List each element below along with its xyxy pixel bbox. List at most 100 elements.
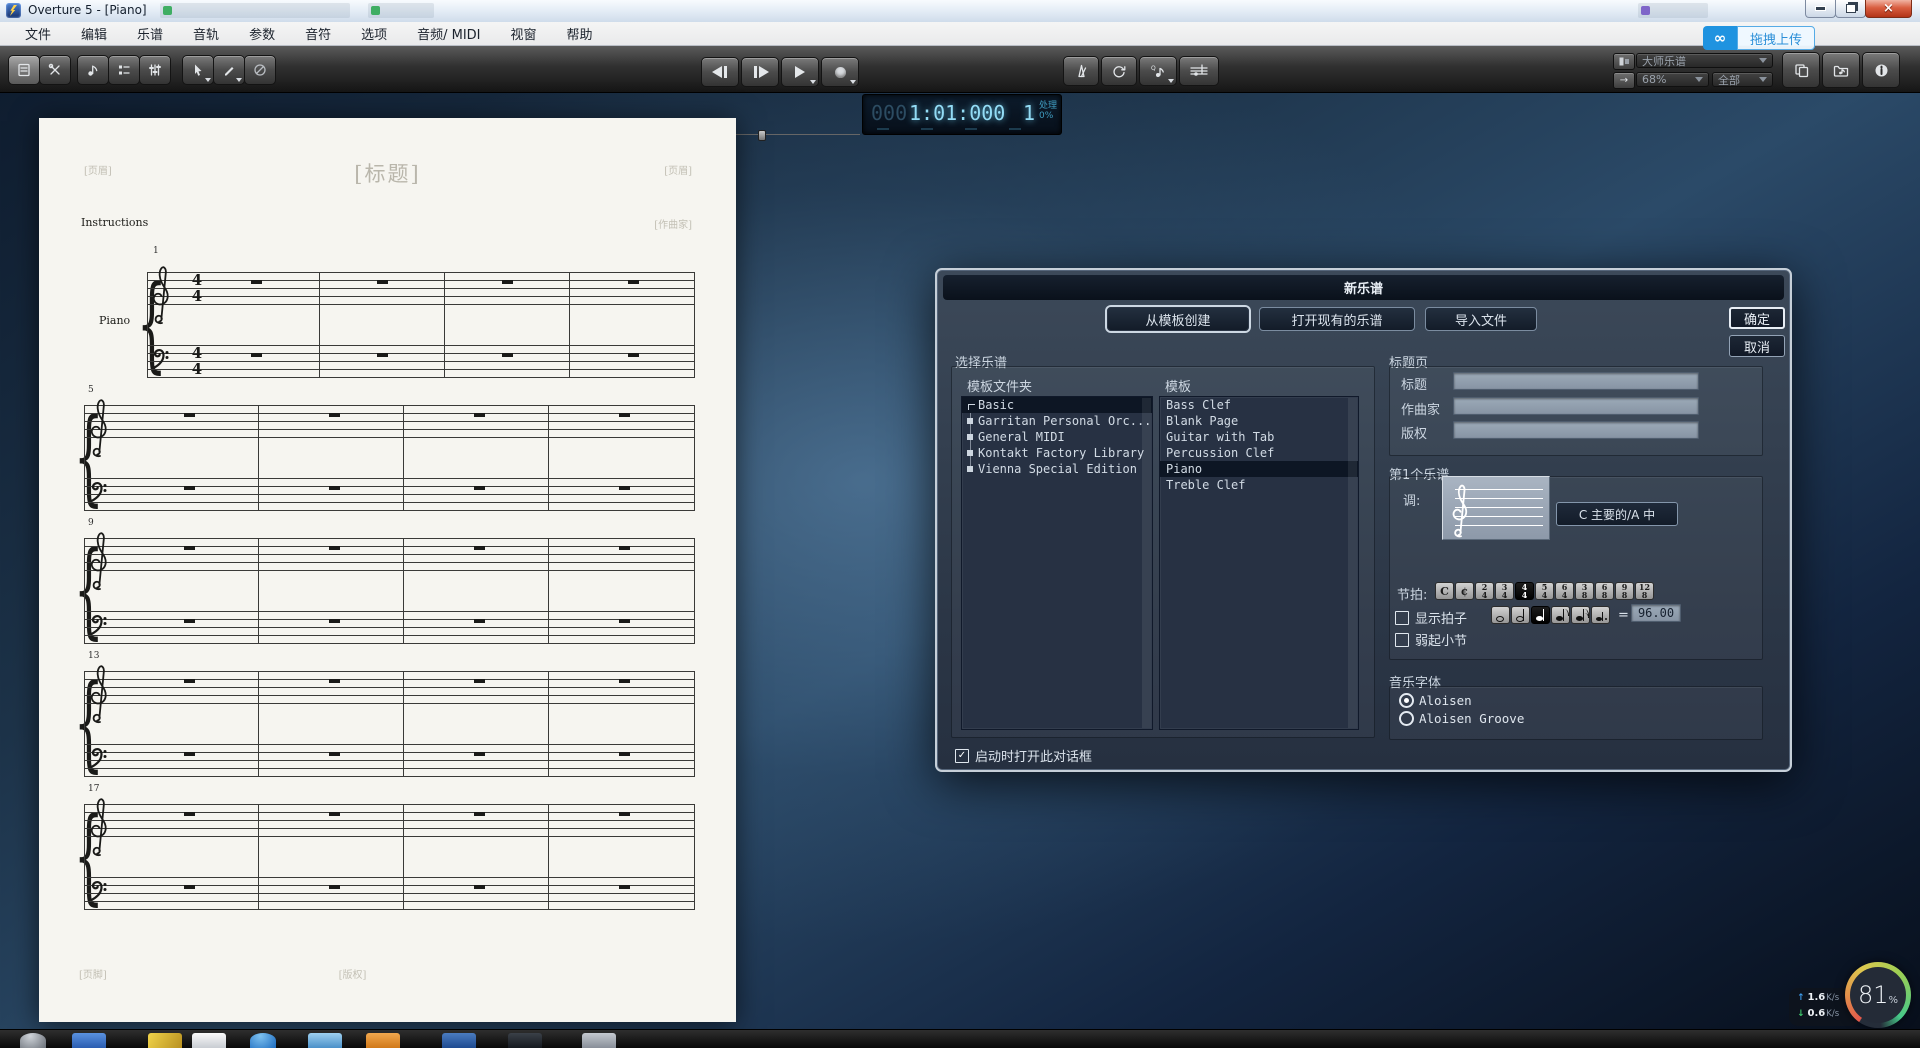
bass-staff[interactable] [84,744,695,777]
timesig-3-8-button[interactable]: 38 [1575,582,1594,600]
bass-staff[interactable] [147,345,695,378]
step-forward-button[interactable] [741,57,779,87]
timesig-2-4-button[interactable]: 24 [1475,582,1494,600]
taskbar-icon[interactable] [72,1033,106,1048]
filter-dropdown[interactable]: 全部 [1712,72,1773,87]
timesig-6-4-button[interactable]: 64 [1555,582,1574,600]
composer-placeholder[interactable]: [作曲家] [654,216,692,231]
menu-track[interactable]: 音轨 [178,24,234,43]
play-button[interactable] [781,57,819,87]
taskbar-icon[interactable] [250,1033,276,1048]
taskbar-icon[interactable] [308,1033,342,1048]
copyright-field[interactable] [1453,421,1699,439]
show-beat-checkbox[interactable]: 显示拍子 [1395,608,1467,627]
list-item[interactable]: Treble Clef [1160,477,1358,493]
staff-system[interactable]: 13 [39,651,736,791]
metronome-button[interactable] [1063,56,1099,86]
timesig-common-button[interactable]: C [1435,582,1454,600]
rewind-button[interactable] [701,57,739,87]
list-item[interactable]: Vienna Special Edition [962,461,1152,477]
list-item[interactable]: Bass Clef [1160,397,1358,413]
taskbar-icon[interactable] [192,1033,226,1048]
key-select-button[interactable]: C 主要的/A 中 [1556,502,1678,526]
radio-aloisen-groove[interactable]: Aloisen Groove [1399,711,1524,726]
tab-create-from-template[interactable]: 从模板创建 [1107,307,1249,331]
score-library-button[interactable] [1822,52,1860,88]
staff-settings-button[interactable] [1179,56,1219,86]
restore-button[interactable] [1835,0,1866,18]
timesig-3-4-button[interactable]: 34 [1495,582,1514,600]
note-dotted-button[interactable] [1591,606,1610,624]
score-view-toggle-button[interactable] [1613,53,1635,70]
taskbar-icon[interactable] [148,1033,182,1048]
list-item[interactable]: General MIDI [962,429,1152,445]
menu-params[interactable]: 参数 [234,24,290,43]
battery-gauge[interactable]: 81 % [1845,962,1911,1028]
radio-aloisen[interactable]: Aloisen [1399,693,1472,708]
copyright-placeholder[interactable]: [版权] [39,966,666,981]
list-item[interactable]: Percussion Clef [1160,445,1358,461]
info-button[interactable] [1862,52,1900,88]
menu-window[interactable]: 视窗 [496,24,552,43]
title-placeholder[interactable]: [标题] [39,158,736,188]
menu-help[interactable]: 帮助 [552,24,608,43]
menu-file[interactable]: 文件 [10,24,66,43]
staff-system[interactable]: 17 [39,784,736,924]
note-eighth-button[interactable] [1551,606,1570,624]
tab-import-file[interactable]: 导入文件 [1425,307,1537,331]
quantize-button[interactable]: Q [1139,56,1177,86]
note-quarter-button[interactable] [1531,606,1550,624]
list-item[interactable]: Piano [1160,461,1358,477]
note-sixteenth-button[interactable] [1571,606,1590,624]
ok-button[interactable]: 确定 [1729,307,1785,329]
open-at-startup-checkbox[interactable]: 启动时打开此对话框 [955,746,1092,765]
tab-open-existing[interactable]: 打开现有的乐谱 [1259,307,1415,331]
composer-field[interactable] [1453,397,1699,415]
cancel-button[interactable]: 取消 [1729,335,1785,357]
menu-score[interactable]: 乐谱 [122,24,178,43]
list-item[interactable]: Kontakt Factory Library [962,445,1152,461]
menu-options[interactable]: 选项 [346,24,402,43]
timesig-4-4-button[interactable]: 44 [1515,582,1534,600]
list-item[interactable]: Basic [962,397,1152,413]
dialog-title[interactable]: 新乐谱 [943,275,1784,300]
taskbar-icon[interactable] [582,1033,616,1048]
cloud-upload-widget[interactable]: 拖拽上传 [1703,26,1815,50]
timesig-cut-button[interactable]: ¢ [1455,582,1474,600]
timesig-5-4-button[interactable]: 54 [1535,582,1554,600]
taskbar-icon[interactable] [508,1033,542,1048]
menu-notes[interactable]: 音符 [290,24,346,43]
list-item[interactable]: Blank Page [1160,413,1358,429]
score-page[interactable]: [页眉] [页眉] [标题] Instructions [作曲家] Piano … [39,118,736,1022]
staff-system[interactable]: 1 44 44 [39,246,736,386]
note-whole-button[interactable] [1491,606,1510,624]
copy-parts-button[interactable] [1782,52,1820,88]
score-selector-dropdown[interactable]: 大师乐谱 [1636,53,1773,68]
treble-staff[interactable] [84,538,695,571]
select-arrow-button[interactable] [182,55,214,85]
tree-node-icon[interactable] [967,434,973,440]
pickup-measure-checkbox[interactable]: 弱起小节 [1395,630,1467,649]
timesig-6-8-button[interactable]: 68 [1595,582,1614,600]
zoom-dropdown[interactable]: 68% [1636,72,1709,87]
tools-button[interactable] [39,55,71,85]
tree-node-icon[interactable] [967,466,973,472]
taskbar-icon[interactable] [442,1033,476,1048]
tree-node-icon[interactable] [967,418,973,424]
record-button[interactable] [821,57,859,87]
eraser-button[interactable] [244,55,276,85]
template-list[interactable]: Bass Clef Blank Page Guitar with Tab Per… [1159,396,1359,730]
staff-system[interactable]: 9 [39,518,736,658]
start-orb-icon[interactable] [20,1033,46,1048]
treble-staff[interactable] [84,671,695,704]
instructions-text[interactable]: Instructions [81,216,148,229]
note-half-button[interactable] [1511,606,1530,624]
goto-button[interactable]: → [1613,72,1635,89]
treble-staff[interactable] [84,405,695,438]
tree-node-icon[interactable] [967,450,973,456]
bass-staff[interactable] [84,877,695,910]
list-item[interactable]: Garritan Personal Orc... [962,413,1152,429]
menu-edit[interactable]: 编辑 [66,24,122,43]
taskbar-icon[interactable] [366,1033,400,1048]
staff-system[interactable]: 5 [39,385,736,525]
